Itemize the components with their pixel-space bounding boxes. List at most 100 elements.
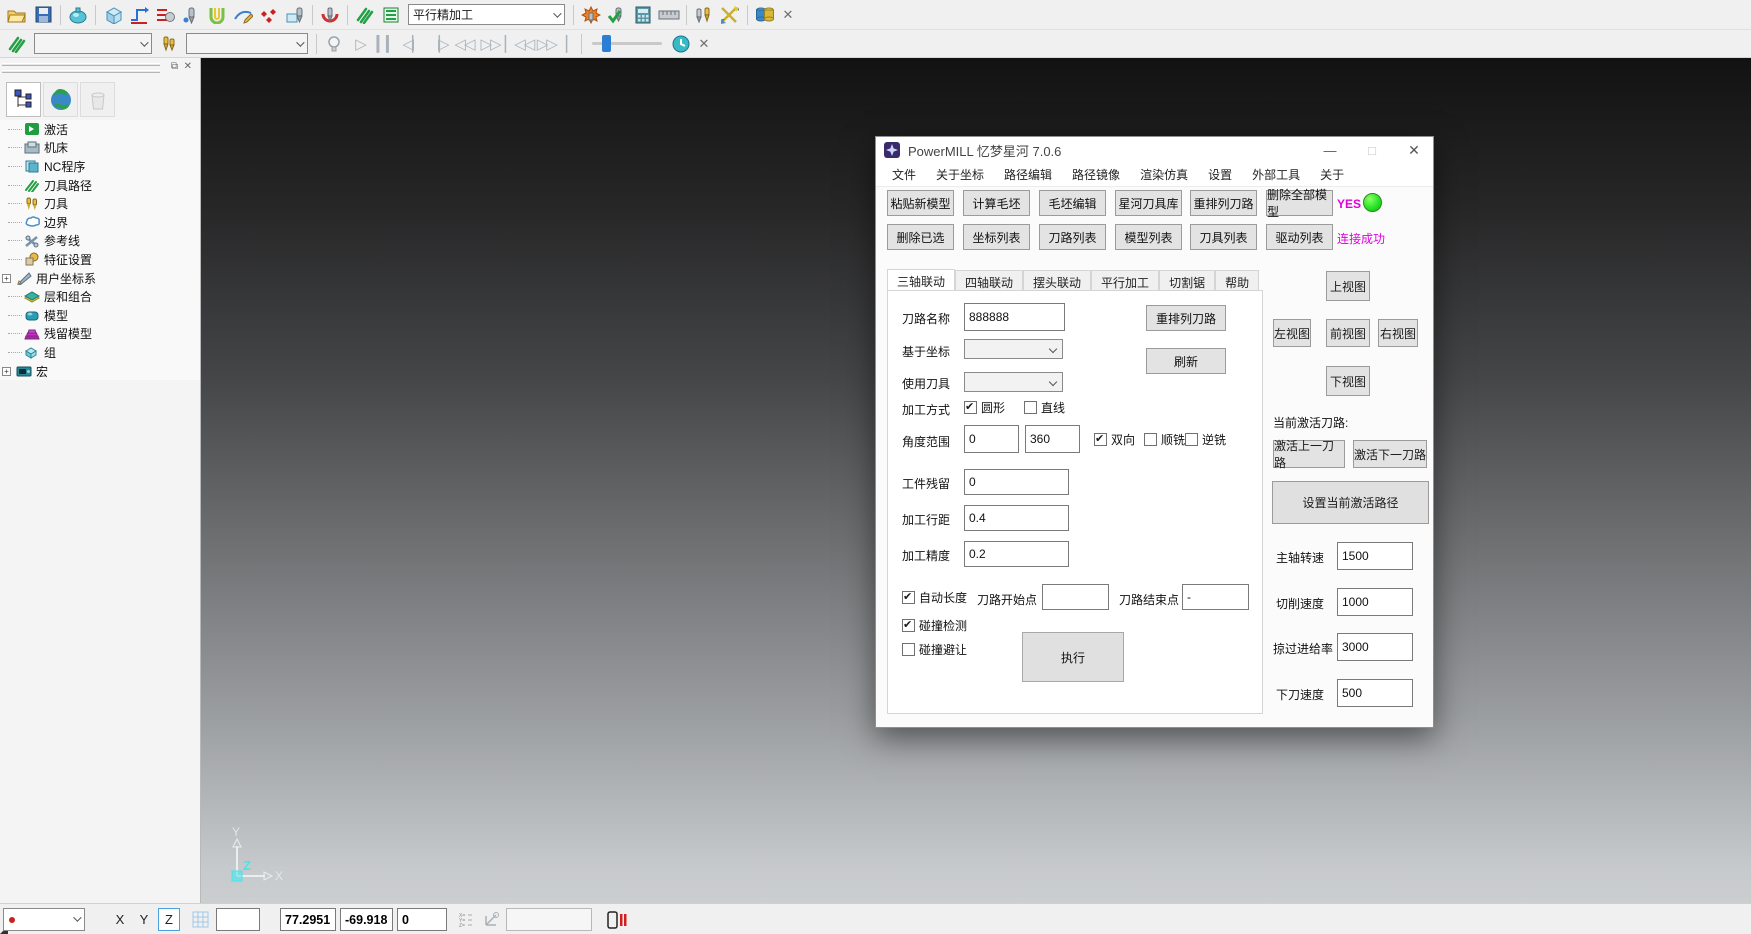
tab-tilthead[interactable]: 摆头联动 bbox=[1023, 270, 1091, 290]
stock-edit-button[interactable]: 毛坯编辑 bbox=[1039, 190, 1106, 216]
rearrange-toolpath-button-2[interactable]: 重排列刀路 bbox=[1146, 305, 1226, 331]
angle-to-input[interactable] bbox=[1025, 425, 1080, 453]
circular-checkbox[interactable]: 圆形 bbox=[964, 399, 1005, 416]
angle-from-input[interactable] bbox=[964, 425, 1019, 453]
workplane-name-field[interactable] bbox=[506, 908, 592, 931]
tree-item-stock-models[interactable]: 残留模型 bbox=[0, 325, 200, 344]
verify-icon[interactable] bbox=[604, 3, 630, 27]
right-view-button[interactable]: 右视图 bbox=[1378, 319, 1418, 347]
lightbulb-icon[interactable] bbox=[321, 32, 347, 56]
coord-list-button[interactable]: 坐标列表 bbox=[963, 224, 1030, 250]
toolpath-list-icon[interactable] bbox=[378, 3, 404, 27]
menu-path-mirror[interactable]: 路径镜像 bbox=[1062, 166, 1130, 183]
block-icon[interactable] bbox=[100, 3, 126, 27]
tree-item-models[interactable]: 模型 bbox=[0, 306, 200, 325]
climb-mill-checkbox[interactable]: 顺铣 bbox=[1144, 431, 1185, 448]
tool-block-icon[interactable] bbox=[282, 3, 308, 27]
compare-models-icon[interactable] bbox=[752, 3, 778, 27]
pause-icon[interactable]: ▎▎ bbox=[373, 35, 399, 53]
plunge-feed-input[interactable] bbox=[1337, 679, 1413, 707]
tool-compensation-icon[interactable] bbox=[152, 3, 178, 27]
left-view-button[interactable]: 左视图 bbox=[1273, 319, 1311, 347]
tab-3axis[interactable]: 三轴联动 bbox=[887, 269, 955, 290]
transform-icon[interactable] bbox=[717, 3, 743, 27]
tree-item-toolpaths[interactable]: 刀具路径 bbox=[0, 176, 200, 195]
save-icon[interactable] bbox=[30, 3, 56, 27]
pattern-icon[interactable] bbox=[230, 3, 256, 27]
expand-icon[interactable]: + bbox=[2, 274, 11, 283]
close-panel-icon[interactable]: ✕ bbox=[184, 61, 192, 72]
tree-item-macros[interactable]: +宏 bbox=[0, 362, 200, 381]
cutting-feed-input[interactable] bbox=[1337, 588, 1413, 616]
collision-check-icon[interactable] bbox=[578, 3, 604, 27]
slider-handle[interactable] bbox=[602, 35, 611, 52]
step-forward-icon[interactable]: ▕▷ bbox=[425, 35, 451, 53]
points-icon[interactable] bbox=[256, 3, 282, 27]
calculator-icon[interactable] bbox=[630, 3, 656, 27]
float-panel-icon[interactable]: ⧉ bbox=[171, 61, 178, 72]
spindle-speed-input[interactable] bbox=[1337, 542, 1413, 570]
end-point-input[interactable] bbox=[1182, 584, 1249, 610]
axis-x-button[interactable]: X bbox=[110, 908, 130, 931]
stepover-input[interactable] bbox=[964, 505, 1069, 531]
tree-item-boundaries[interactable]: 边界 bbox=[0, 213, 200, 232]
open-file-icon[interactable] bbox=[4, 3, 30, 27]
tree-item-machine[interactable]: 机床 bbox=[0, 139, 200, 158]
tool-list-button[interactable]: 刀具列表 bbox=[1190, 224, 1257, 250]
explorer-tree-tab[interactable] bbox=[6, 82, 41, 117]
toolpath-list-button[interactable]: 刀路列表 bbox=[1039, 224, 1106, 250]
tree-item-levels[interactable]: 层和组合 bbox=[0, 287, 200, 306]
play-icon[interactable]: ▷ bbox=[347, 35, 373, 53]
menu-external-tools[interactable]: 外部工具 bbox=[1242, 166, 1310, 183]
fast-forward-icon[interactable]: ▷▷ bbox=[477, 35, 503, 53]
tree-item-nc-program[interactable]: NC程序 bbox=[0, 157, 200, 176]
maximize-button[interactable]: □ bbox=[1356, 137, 1388, 163]
shaded-model-icon[interactable] bbox=[65, 3, 91, 27]
tolerance-input[interactable] bbox=[964, 541, 1069, 567]
nc-program-icon[interactable] bbox=[352, 3, 378, 27]
tree-item-patterns[interactable]: 参考线 bbox=[0, 232, 200, 251]
use-tool-select[interactable] bbox=[964, 372, 1063, 392]
menu-about-coords[interactable]: 关于坐标 bbox=[926, 166, 994, 183]
calc-stock-button[interactable]: 计算毛坯 bbox=[963, 190, 1030, 216]
toolbar-close-button[interactable]: ✕ bbox=[778, 7, 798, 23]
model-list-button[interactable]: 模型列表 bbox=[1115, 224, 1182, 250]
tree-item-feature-sets[interactable]: 特征设置 bbox=[0, 250, 200, 269]
refresh-button[interactable]: 刷新 bbox=[1146, 348, 1226, 374]
go-end-icon[interactable]: ▷▷▕ bbox=[535, 35, 567, 53]
tab-help[interactable]: 帮助 bbox=[1215, 270, 1259, 290]
toolbar-close-button[interactable]: ✕ bbox=[694, 36, 714, 52]
workplane-indicator-icon[interactable] bbox=[480, 908, 502, 931]
collision-avoid-checkbox[interactable]: 碰撞避让 bbox=[902, 641, 967, 658]
skim-feed-input[interactable] bbox=[1337, 633, 1413, 661]
simulation-speed-slider[interactable] bbox=[592, 42, 662, 45]
auto-length-checkbox[interactable]: 自动长度 bbox=[902, 589, 967, 606]
panel-grip[interactable] bbox=[2, 63, 160, 66]
step-back-icon[interactable]: ◁▏ bbox=[399, 35, 425, 53]
simulation-speed-icon[interactable] bbox=[668, 32, 694, 56]
globe-tab[interactable] bbox=[43, 82, 78, 117]
tool-holder-icon[interactable] bbox=[691, 3, 717, 27]
toolpath-preset-select[interactable]: 平行精加工 bbox=[408, 4, 565, 25]
leads-links-icon[interactable] bbox=[204, 3, 230, 27]
execute-button[interactable]: 执行 bbox=[1022, 632, 1124, 682]
rearrange-toolpath-button[interactable]: 重排列刀路 bbox=[1190, 190, 1257, 216]
expand-icon[interactable]: + bbox=[2, 367, 11, 376]
dialog-titlebar[interactable]: PowerMILL 忆梦星河 7.0.6 — □ ✕ bbox=[876, 137, 1433, 163]
probe-select[interactable] bbox=[3, 908, 85, 931]
grid-size-field[interactable] bbox=[216, 908, 260, 931]
tab-parallel[interactable]: 平行加工 bbox=[1091, 270, 1159, 290]
panel-grip[interactable] bbox=[2, 70, 160, 73]
delete-all-models-button[interactable]: 删除全部模型 bbox=[1266, 190, 1333, 216]
activate-next-toolpath-button[interactable]: 激活下一刀路 bbox=[1353, 440, 1427, 468]
nc-program-icon[interactable] bbox=[4, 32, 30, 56]
tool-library-button[interactable]: 星河刀具库 bbox=[1115, 190, 1182, 216]
menu-settings[interactable]: 设置 bbox=[1198, 166, 1242, 183]
start-point-input[interactable] bbox=[1042, 584, 1109, 610]
panel-toggle-icon[interactable] bbox=[604, 908, 630, 931]
simulation-tool-select[interactable] bbox=[186, 33, 308, 54]
trash-tab[interactable] bbox=[80, 82, 115, 117]
axis-z-button[interactable]: Z bbox=[158, 908, 180, 931]
tab-saw[interactable]: 切割锯 bbox=[1159, 270, 1215, 290]
based-coord-select[interactable] bbox=[964, 339, 1063, 359]
